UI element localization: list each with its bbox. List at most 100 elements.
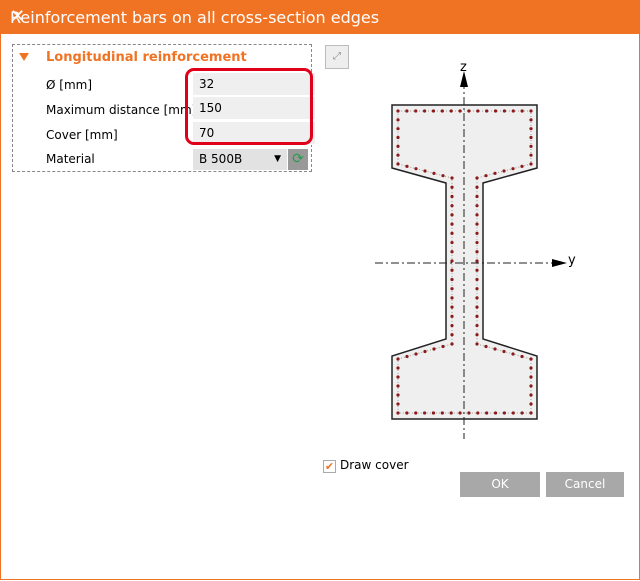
rebar-dot: [475, 314, 479, 318]
rebar-dot: [493, 347, 497, 351]
rebar-dot: [529, 144, 533, 148]
rebar-dot: [529, 127, 533, 131]
title-bar: Reinforcement bars on all cross-section …: [1, 1, 640, 34]
rebar-dot: [502, 349, 506, 354]
z-arrow-icon: [460, 71, 468, 87]
rebar-dot: [441, 344, 445, 349]
rebar-dot: [485, 109, 489, 113]
rebar-dot: [475, 296, 479, 300]
rebar-dot: [423, 411, 427, 415]
rebar-dot: [405, 164, 409, 168]
refresh-icon[interactable]: ⟳: [288, 149, 308, 170]
rebar-dot: [475, 305, 479, 309]
rebar-dot: [475, 250, 479, 254]
rebar-dot: [529, 375, 533, 379]
rebar-dot: [475, 259, 479, 263]
rebar-dot: [450, 287, 454, 291]
rebar-dot: [450, 250, 454, 254]
checkmark-icon: ✔: [323, 460, 336, 473]
rebar-dot: [475, 231, 479, 235]
rebar-dot: [423, 169, 427, 173]
rebar-dot: [493, 109, 498, 113]
rebar-dot: [396, 366, 400, 370]
rebar-dot: [493, 171, 497, 175]
rebar-dot: [476, 411, 480, 415]
rebar-dot: [475, 277, 479, 282]
section-outline: [391, 104, 538, 420]
rebar-dot: [396, 109, 400, 113]
rebar-dot: [475, 240, 479, 245]
rebar-dot: [529, 411, 533, 415]
rebar-dot: [475, 287, 479, 291]
collapse-triangle-icon[interactable]: [19, 53, 29, 61]
rebar-dot: [529, 366, 533, 370]
rebar-dot: [450, 305, 454, 309]
rebar-dot: [520, 411, 524, 415]
material-value: B 500B: [199, 152, 243, 166]
rebar-dot: [449, 411, 453, 415]
rebar-dot: [493, 411, 498, 415]
rebar-dot: [450, 176, 454, 180]
rebar-dot: [450, 333, 454, 337]
rebar-dot: [432, 347, 436, 351]
rebar-dot: [475, 323, 479, 328]
rebar-dot: [440, 411, 444, 415]
rebar-dot: [450, 323, 454, 328]
cancel-button[interactable]: Cancel: [546, 472, 624, 497]
rebar-dot: [502, 109, 506, 113]
rebar-dot: [441, 174, 445, 178]
rebar-dot: [458, 109, 462, 113]
rebar-dot: [475, 176, 479, 180]
rebar-dot: [396, 118, 400, 122]
rebar-dot: [450, 194, 454, 199]
material-select[interactable]: B 500B ▼: [193, 149, 287, 170]
rebar-group: [396, 109, 533, 415]
rebar-dot: [450, 185, 454, 189]
rebar-dot: [484, 344, 488, 349]
rebar-dot: [475, 268, 479, 272]
rebar-dot: [449, 109, 453, 113]
rebar-dot: [529, 109, 533, 113]
close-icon[interactable]: ✕: [10, 1, 623, 32]
rebar-dot: [475, 333, 479, 337]
rebar-dot: [529, 118, 533, 122]
rebar-dot: [396, 393, 400, 397]
rebar-dot: [529, 162, 533, 166]
rebar-dot: [423, 109, 427, 113]
rebar-dot: [414, 352, 418, 356]
rebar-dot: [511, 167, 515, 171]
rebar-dot: [485, 411, 489, 415]
rebar-dot: [450, 231, 454, 235]
rebar-dot: [396, 411, 400, 415]
rebar-dot: [511, 411, 515, 415]
rebar-dot: [475, 204, 479, 208]
rebar-dot: [396, 153, 400, 157]
rebar-dot: [396, 375, 400, 379]
zoom-fit-icon[interactable]: ⤢: [325, 45, 349, 69]
rebar-dot: [450, 222, 454, 226]
rebar-dot: [396, 127, 400, 131]
draw-cover-checkbox[interactable]: ✔ Draw cover: [323, 458, 409, 473]
rebar-dot: [502, 169, 506, 173]
rebar-dot: [450, 342, 454, 346]
dialog-window: Reinforcement bars on all cross-section …: [0, 0, 640, 580]
rebar-dot: [520, 354, 524, 359]
rebar-dot: [440, 109, 444, 113]
chevron-down-icon: ▼: [274, 154, 281, 164]
rebar-dot: [450, 314, 454, 318]
rebar-dot: [450, 268, 454, 272]
ok-button[interactable]: OK: [460, 472, 540, 497]
rebar-dot: [396, 384, 400, 388]
rebar-dot: [405, 109, 409, 113]
section-header[interactable]: Longitudinal reinforcement: [46, 50, 247, 65]
max-distance-label: Maximum distance [mm]: [46, 103, 197, 117]
y-axis-label: y: [568, 253, 576, 268]
rebar-dot: [475, 222, 479, 226]
rebar-dot: [529, 393, 533, 397]
cover-label: Cover [mm]: [46, 128, 118, 142]
rebar-dot: [475, 213, 479, 217]
rebar-dot: [405, 354, 409, 359]
rebar-dot: [467, 411, 471, 415]
rebar-dot: [414, 109, 418, 113]
rebar-dot: [476, 109, 480, 113]
